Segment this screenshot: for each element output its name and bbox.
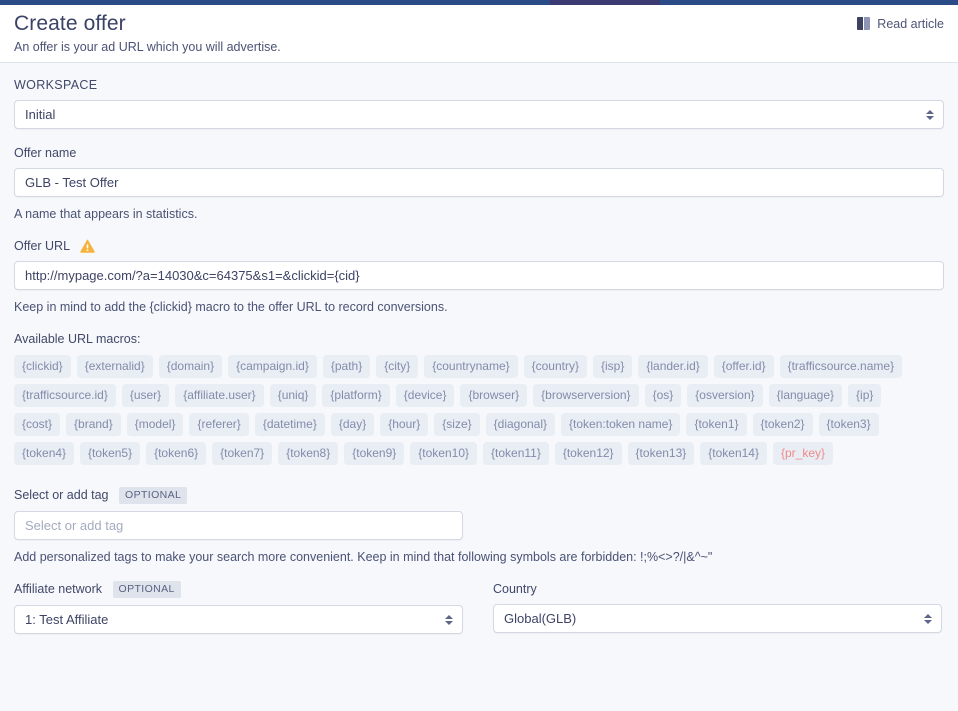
macro-chip[interactable]: {browser} <box>460 384 528 407</box>
tag-label: Select or add tag <box>14 488 109 502</box>
macro-chip[interactable]: {isp} <box>593 355 633 378</box>
country-select[interactable]: Global(GLB) <box>493 604 942 633</box>
macro-chip[interactable]: {model} <box>126 413 184 436</box>
macro-chip[interactable]: {cost} <box>14 413 61 436</box>
macro-chip[interactable]: {trafficsource.id} <box>14 384 116 407</box>
affiliate-network-label-wrap: Affiliate network OPTIONAL <box>14 581 463 598</box>
macro-chip[interactable]: {token5} <box>80 442 141 465</box>
tag-label-wrap: Select or add tag OPTIONAL <box>14 487 944 504</box>
url-macros-row: {trafficsource.id} {user} {affiliate.user}… <box>14 384 944 407</box>
macro-chip[interactable]: {token12} <box>554 442 622 465</box>
country-label: Country <box>493 582 537 596</box>
macro-chip[interactable]: {token11} <box>483 442 549 465</box>
macro-chip[interactable]: {city} <box>376 355 419 378</box>
offer-url-helper: Keep in mind to add the {clickid} macro … <box>14 300 448 314</box>
offer-name-helper: A name that appears in statistics. <box>14 207 198 221</box>
macro-chip[interactable]: {size} <box>434 413 480 436</box>
tag-helper: Add personalized tags to make your searc… <box>14 550 713 564</box>
offer-url-label: Offer URL <box>14 239 70 253</box>
affiliate-network-field: Affiliate network OPTIONAL 1: Test Affil… <box>14 581 463 634</box>
macro-chip[interactable]: {domain} <box>158 355 223 378</box>
url-macros-list: {clickid} {externalid} {domain} {campaign.i… <box>14 355 944 465</box>
offer-name-field: Offer name A name that appears in statis… <box>14 145 944 222</box>
macro-chip[interactable]: {datetime} <box>254 413 325 436</box>
macro-chip[interactable]: {trafficsource.name} <box>779 355 903 378</box>
url-macros-row: {cost} {brand} {model} {referer} {datetime}{… <box>14 413 944 436</box>
macro-chip[interactable]: {token10} <box>410 442 477 465</box>
macro-chip[interactable]: {token8} <box>278 442 339 465</box>
macro-chip[interactable]: {token4} <box>14 442 75 465</box>
macro-chip[interactable]: {countryname} <box>424 355 518 378</box>
workspace-field: WORKSPACE Initial <box>14 77 944 129</box>
macro-chip[interactable]: {token1} <box>686 413 747 436</box>
tag-optional-badge: OPTIONAL <box>119 487 188 504</box>
read-article-label: Read article <box>877 16 944 31</box>
macro-chip[interactable]: {path} <box>322 355 371 378</box>
macro-chip[interactable]: {hour} <box>380 413 429 436</box>
macro-chip[interactable]: {browserversion} <box>533 384 639 407</box>
macro-chip[interactable]: {token9} <box>344 442 405 465</box>
macro-chip[interactable]: {ip} <box>848 384 882 407</box>
tag-field: Select or add tag OPTIONAL Add personali… <box>14 487 944 565</box>
macro-chip[interactable]: {referer} <box>189 413 249 436</box>
macro-chip[interactable]: {affiliate.user} <box>175 384 264 407</box>
warning-triangle-icon <box>80 239 95 253</box>
macro-chip[interactable]: {device} <box>395 384 455 407</box>
network-country-row: Affiliate network OPTIONAL 1: Test Affil… <box>14 581 944 634</box>
macro-chip[interactable]: {brand} <box>66 413 121 436</box>
country-select-wrap: Global(GLB) <box>493 604 942 633</box>
url-macros-section: Available URL macros: {clickid} {external… <box>14 331 944 465</box>
macro-chip[interactable]: {token14} <box>700 442 767 465</box>
macro-chip[interactable]: {token2} <box>752 413 813 436</box>
macro-chip[interactable]: {country} <box>523 355 587 378</box>
macro-chip[interactable]: {diagonal} <box>485 413 556 436</box>
offer-url-field: Offer URL Keep in mind to add the {click… <box>14 238 944 315</box>
macro-chip[interactable]: {clickid} <box>14 355 71 378</box>
macro-chip[interactable]: {osversion} <box>687 384 763 407</box>
workspace-select-wrap: Initial <box>14 100 944 129</box>
macro-chip[interactable]: {token7} <box>212 442 273 465</box>
offer-name-input[interactable] <box>14 168 944 197</box>
workspace-label: WORKSPACE <box>14 78 98 92</box>
macro-chip[interactable]: {uniq} <box>269 384 317 407</box>
form-body: WORKSPACE Initial Offer name A name that… <box>0 63 958 634</box>
macro-chip[interactable]: {lander.id} <box>638 355 708 378</box>
macro-chip[interactable]: {campaign.id} <box>228 355 317 378</box>
affiliate-network-select-wrap: 1: Test Affiliate <box>14 605 463 634</box>
affiliate-network-optional-badge: OPTIONAL <box>112 581 181 598</box>
url-macros-row: {token4} {token5} {token6} {token7} {token8}… <box>14 442 944 465</box>
offer-url-label-wrap: Offer URL <box>14 238 944 254</box>
affiliate-network-select[interactable]: 1: Test Affiliate <box>14 605 463 634</box>
offer-url-input[interactable] <box>14 261 944 290</box>
macro-chip[interactable]: {language} <box>768 384 843 407</box>
macro-chip[interactable]: {token6} <box>146 442 207 465</box>
macro-chip[interactable]: {os} <box>644 384 682 407</box>
macro-chip[interactable]: {offer.id} <box>713 355 774 378</box>
affiliate-network-label: Affiliate network <box>14 582 103 596</box>
macro-chip[interactable]: {token13} <box>627 442 695 465</box>
macro-chip[interactable]: {day} <box>330 413 375 436</box>
offer-name-label: Offer name <box>14 146 77 160</box>
macro-chip[interactable]: {platform} <box>322 384 390 407</box>
url-macros-row: {clickid} {externalid} {domain} {campaign.i… <box>14 355 944 378</box>
page-title: Create offer <box>14 12 126 35</box>
macro-chip[interactable]: {user} <box>121 384 170 407</box>
tag-input[interactable] <box>14 511 463 540</box>
page-subtitle: An offer is your ad URL which you will a… <box>14 40 281 54</box>
book-icon <box>856 16 871 31</box>
page-header: Create offer An offer is your ad URL whi… <box>0 5 958 63</box>
macro-chip[interactable]: {token3} <box>818 413 879 436</box>
country-field: Country Global(GLB) <box>493 581 942 634</box>
url-macros-title: Available URL macros: <box>14 332 141 346</box>
macro-chip[interactable]: {token:token name} <box>561 413 681 436</box>
macro-chip[interactable]: {externalid} <box>76 355 153 378</box>
macro-chip[interactable]: {pr_key} <box>772 442 834 465</box>
read-article-link[interactable]: Read article <box>856 16 944 31</box>
workspace-select[interactable]: Initial <box>14 100 944 129</box>
